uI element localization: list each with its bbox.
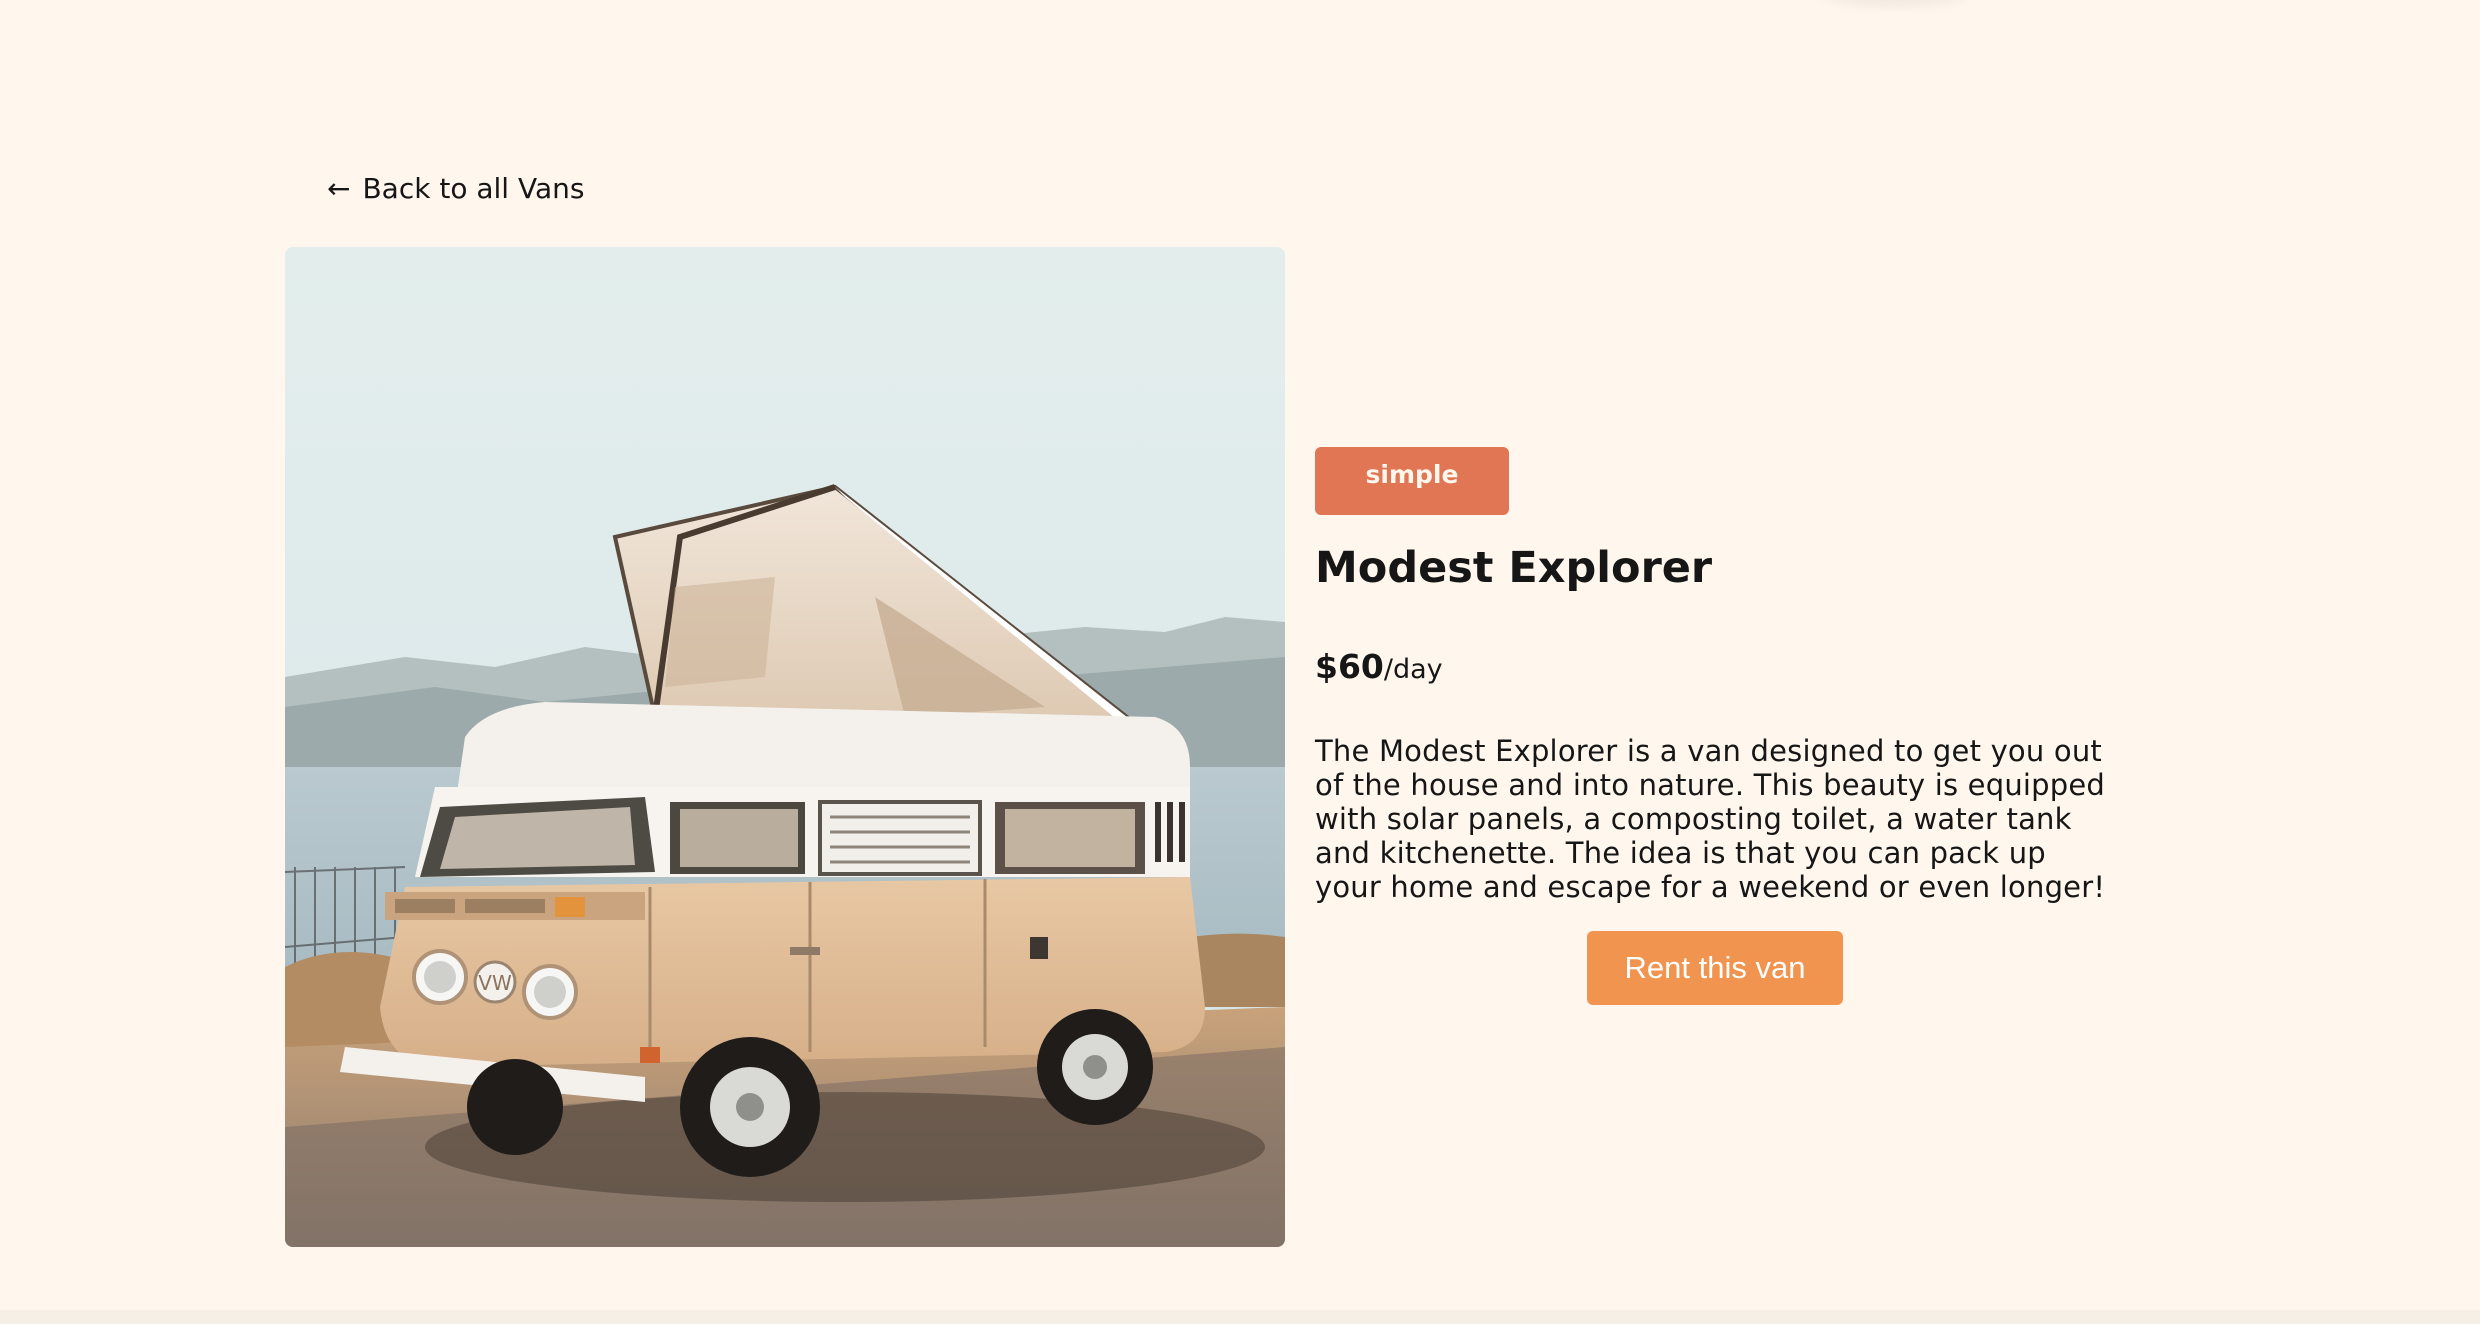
rent-van-button[interactable]: Rent this van [1587,931,1843,1005]
van-detail-page: ← Back to all Vans VW simple Modest Expl… [0,0,2480,1324]
van-photo: VW [285,247,1285,1247]
van-price: $60/day [1315,647,2115,687]
van-type-badge: simple [1315,447,1509,515]
price-amount: $60 [1315,646,1384,686]
van-description: The Modest Explorer is a van designed to… [1315,734,2106,905]
footer-strip [0,1310,2480,1324]
left-arrow-icon: ← [327,171,351,205]
svg-text:VW: VW [478,971,512,995]
price-unit: /day [1383,653,1443,685]
van-details: simple Modest Explorer $60/day The Modes… [1315,447,2115,933]
back-to-vans-link[interactable]: ← Back to all Vans [327,172,584,205]
back-link-label: Back to all Vans [362,172,585,205]
van-name: Modest Explorer [1315,543,1713,593]
